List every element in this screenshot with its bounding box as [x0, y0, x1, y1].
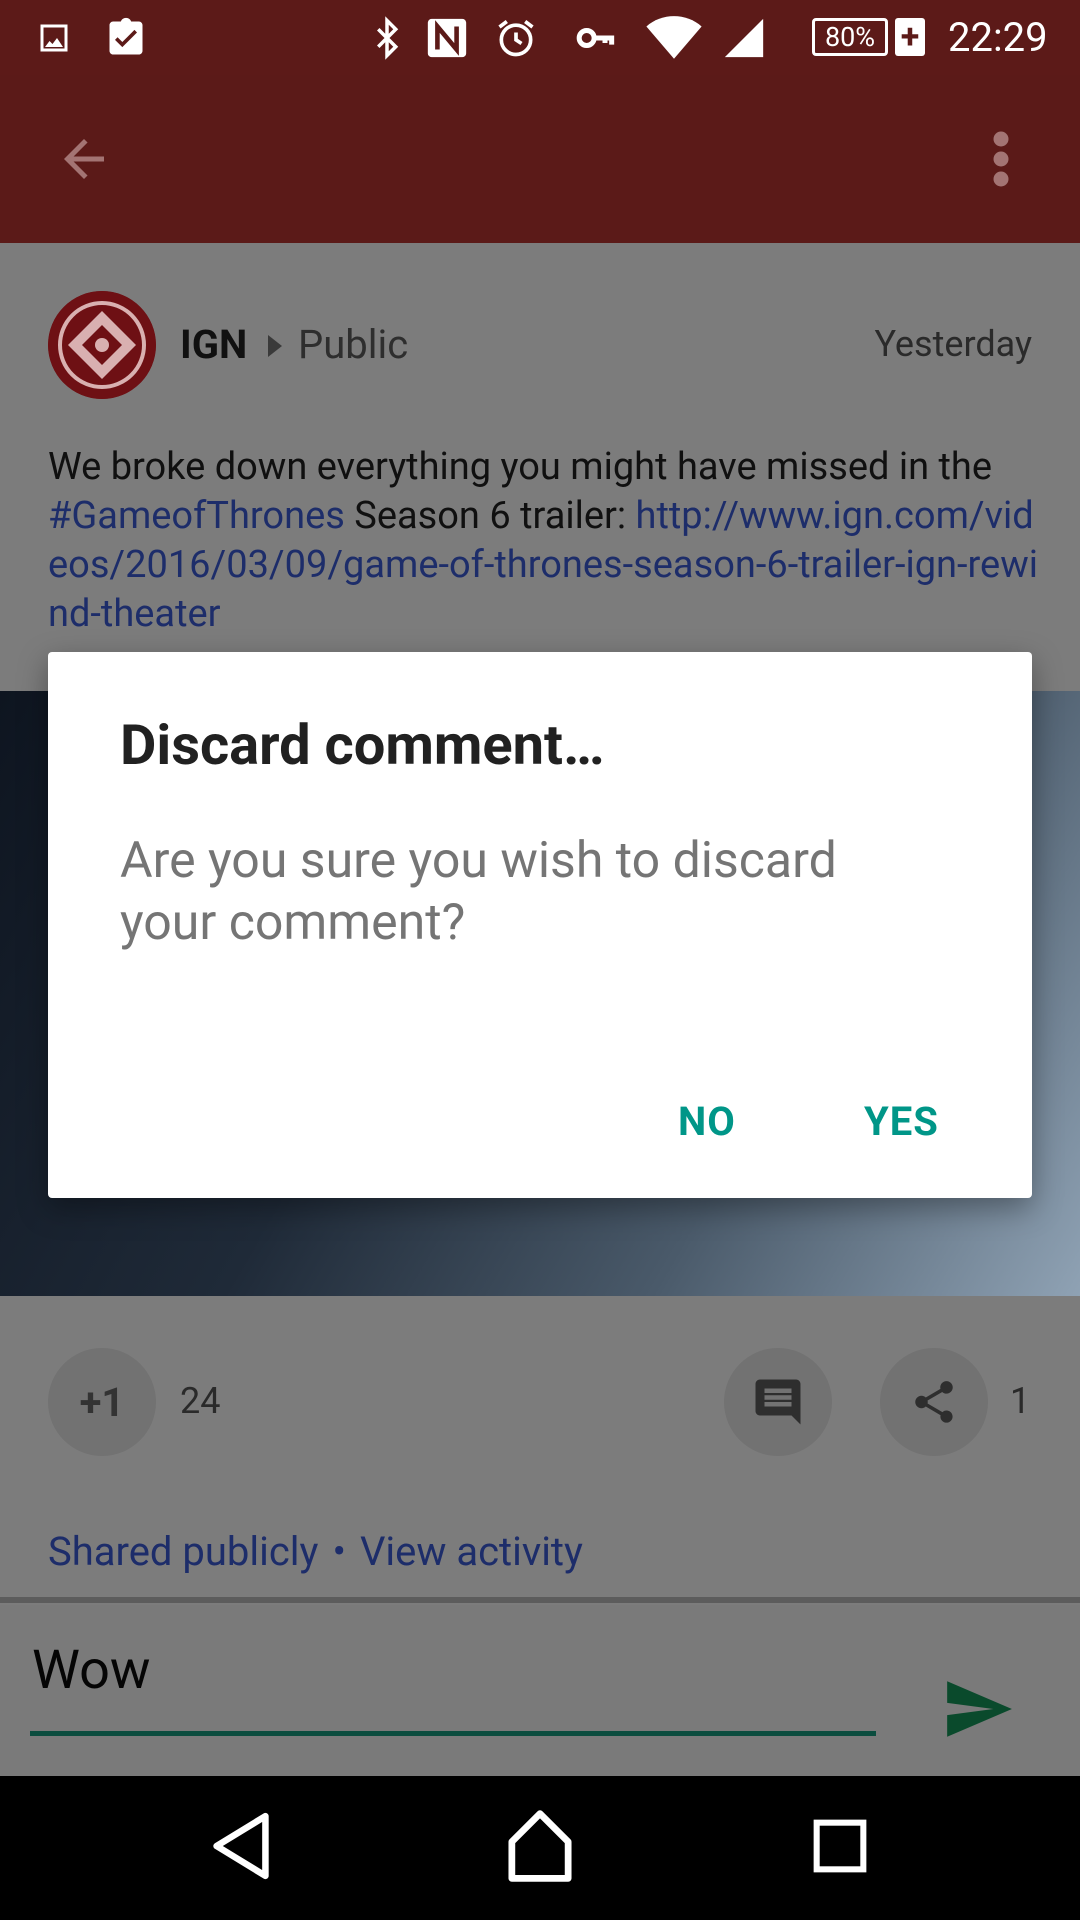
clock: 22:29	[948, 14, 1048, 61]
more-vert-icon[interactable]	[985, 129, 1017, 193]
image-icon	[36, 0, 72, 75]
comment-input-underline	[30, 1731, 876, 1736]
app-toolbar	[0, 75, 1080, 243]
signal-icon	[720, 0, 768, 75]
share-icon	[915, 1381, 953, 1423]
post-timestamp: Yesterday	[874, 323, 1032, 365]
caret-right-icon	[268, 335, 282, 357]
share-count: 1	[1010, 1380, 1031, 1422]
comment-button[interactable]	[724, 1348, 832, 1456]
post-text-part: We broke down everything you might have …	[48, 445, 992, 489]
ign-logo-icon	[48, 291, 156, 399]
dialog-message: Are you sure you wish to discard your co…	[120, 832, 837, 952]
clipboard-check-icon	[104, 0, 148, 75]
plus-one-label: +1	[79, 1378, 125, 1426]
plus-one-button[interactable]: +1	[48, 1348, 156, 1456]
bluetooth-icon	[366, 0, 408, 75]
comment-bar: Wow	[0, 1605, 1080, 1778]
home-icon[interactable]	[506, 1808, 574, 1888]
back-icon[interactable]	[208, 1808, 274, 1888]
post-visibility: Public	[298, 321, 409, 368]
battery-indicator: 80%	[812, 18, 888, 56]
no-button[interactable]: NO	[668, 1092, 746, 1151]
nfc-icon	[424, 0, 470, 75]
post-author[interactable]: IGN	[180, 321, 247, 368]
alarm-icon	[494, 0, 538, 75]
shared-publicly-link[interactable]: Shared publicly	[48, 1528, 318, 1575]
divider	[0, 1597, 1080, 1603]
vpn-key-icon	[570, 0, 620, 75]
send-icon[interactable]	[940, 1672, 1016, 1750]
comment-icon	[755, 1379, 801, 1425]
back-arrow-icon[interactable]	[54, 129, 114, 193]
status-bar: 80% + 22:29	[0, 0, 1080, 75]
plus-one-count: 24	[180, 1380, 221, 1422]
separator: •	[332, 1528, 346, 1575]
avatar[interactable]	[48, 291, 156, 399]
hashtag-link[interactable]: #GameofThrones	[48, 494, 345, 538]
post-footer: Shared publicly • View activity	[48, 1528, 583, 1575]
dialog-title: Discard comment…	[120, 712, 605, 778]
recents-icon[interactable]	[812, 1808, 868, 1888]
wifi-icon	[646, 0, 702, 75]
post-body: We broke down everything you might have …	[48, 443, 1038, 639]
charging-icon: +	[895, 17, 925, 57]
discard-comment-dialog: Discard comment… Are you sure you wish t…	[48, 652, 1032, 1198]
comment-input[interactable]: Wow	[30, 1635, 878, 1707]
navigation-bar	[0, 1776, 1080, 1920]
post-text-part: Season 6 trailer:	[344, 494, 636, 538]
share-button[interactable]	[880, 1348, 988, 1456]
yes-button[interactable]: YES	[854, 1092, 949, 1151]
view-activity-link[interactable]: View activity	[360, 1528, 583, 1575]
